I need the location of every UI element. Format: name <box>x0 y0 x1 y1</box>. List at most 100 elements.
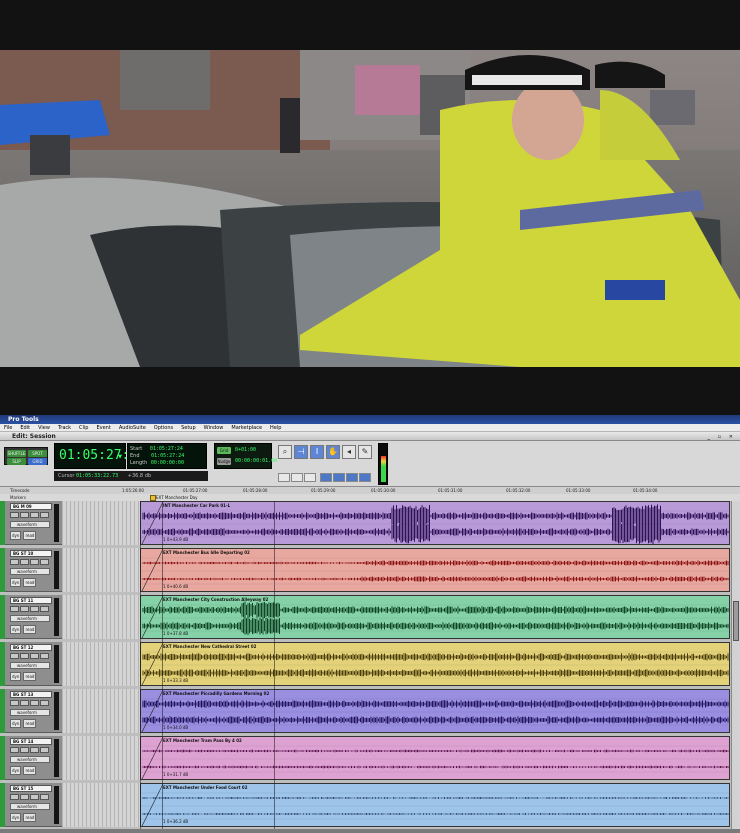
mute-button[interactable] <box>40 747 49 753</box>
dyn-button[interactable]: dyn <box>10 672 22 681</box>
empty-timeline[interactable] <box>62 548 140 592</box>
mute-button[interactable] <box>40 512 49 518</box>
track-name[interactable]: BG ST 14 <box>10 738 52 745</box>
input-button[interactable] <box>20 653 29 659</box>
grabber-tool-icon[interactable]: ✋ <box>326 445 340 459</box>
track-name[interactable]: BG ST 12 <box>10 644 52 651</box>
solo-button[interactable] <box>30 794 39 800</box>
menu-track[interactable]: Track <box>58 424 71 431</box>
track-name[interactable]: BG ST 13 <box>10 691 52 698</box>
menu-help[interactable]: Help <box>270 424 281 431</box>
empty-timeline[interactable] <box>62 595 140 639</box>
marker-ext-manchester-day[interactable]: EXT Manchester Day <box>148 494 197 501</box>
audio-clip[interactable]: EXT Manchester Tram Pass By 4 02 1 0+31.7… <box>140 736 730 780</box>
track-view-selector[interactable]: waveform <box>10 803 50 810</box>
solo-button[interactable] <box>30 653 39 659</box>
menu-clip[interactable]: Clip <box>79 424 88 431</box>
length-row[interactable]: Length 00:00:00:00 <box>130 460 184 467</box>
mode-slip-button[interactable]: SLIP <box>7 458 26 465</box>
scrubber-tool-icon[interactable]: ◂ <box>342 445 356 459</box>
dyn-button[interactable]: dyn <box>10 578 22 587</box>
counter-dropdown-icon[interactable]: ▼ <box>118 454 122 460</box>
solo-button[interactable] <box>30 606 39 612</box>
input-button[interactable] <box>20 794 29 800</box>
selector-tool-icon[interactable]: I <box>310 445 324 459</box>
menu-setup[interactable]: Setup <box>181 424 196 431</box>
mute-button[interactable] <box>40 794 49 800</box>
menu-options[interactable]: Options <box>154 424 173 431</box>
menu-marketplace[interactable]: Marketplace <box>231 424 262 431</box>
menu-edit[interactable]: Edit <box>20 424 30 431</box>
record-button[interactable] <box>10 653 19 659</box>
empty-timeline[interactable] <box>62 783 140 827</box>
empty-timeline[interactable] <box>62 736 140 780</box>
menu-window[interactable]: Window <box>204 424 224 431</box>
record-button[interactable] <box>10 794 19 800</box>
automation-mode-selector[interactable]: read <box>23 766 37 775</box>
automation-mode-selector[interactable]: read <box>23 813 37 822</box>
start-row[interactable]: Start 01:05:27:24 <box>130 446 183 453</box>
audio-clip[interactable]: EXT Manchester Under Food Court 02 1 0+36… <box>140 783 730 827</box>
audio-clip[interactable]: EXT Manchester Bus Idle Departing 02 1 0+… <box>140 548 730 592</box>
audio-clip[interactable]: EXT Manchester Piccadilly Gardens Mornin… <box>140 689 730 733</box>
automation-mode-selector[interactable]: read <box>23 531 37 540</box>
dyn-button[interactable]: dyn <box>10 813 22 822</box>
zoom-waveform-button[interactable] <box>304 473 316 482</box>
zoom-out-button[interactable] <box>278 473 290 482</box>
nudge-value[interactable]: 00:00:00:01.00 <box>235 457 277 466</box>
end-value[interactable]: 01:05:27:24 <box>151 453 184 459</box>
solo-button[interactable] <box>30 700 39 706</box>
automation-mode-selector[interactable]: read <box>23 625 37 634</box>
zoom-tool-icon[interactable]: ⌕ <box>278 445 292 459</box>
track-view-selector[interactable]: waveform <box>10 709 50 716</box>
nudge-row[interactable]: Nudge 00:00:00:01.00 <box>217 457 277 467</box>
audio-clip[interactable]: EXT Manchester City Construction Alleywa… <box>140 595 730 639</box>
record-button[interactable] <box>10 747 19 753</box>
track-name[interactable]: BG ST 11 <box>10 597 52 604</box>
automation-mode-selector[interactable]: read <box>23 578 37 587</box>
menu-file[interactable]: File <box>4 424 12 431</box>
trim-tool-icon[interactable]: ⊣ <box>294 445 308 459</box>
track-view-selector[interactable]: waveform <box>10 615 50 622</box>
automation-mode-selector[interactable]: read <box>23 672 37 681</box>
mute-button[interactable] <box>40 653 49 659</box>
mode-spot-button[interactable]: SPOT <box>28 450 47 457</box>
main-counter[interactable]: 01:05:27:24 ▼ <box>54 443 145 469</box>
pencil-tool-icon[interactable]: ✎ <box>358 445 372 459</box>
nudge-label[interactable]: Nudge <box>217 458 231 465</box>
track-name[interactable]: BG M 09 <box>10 503 52 510</box>
end-row[interactable]: End 01:05:27:24 <box>130 453 184 460</box>
zoom-preset-4-button[interactable] <box>359 473 371 482</box>
track-name[interactable]: BG ST 10 <box>10 550 52 557</box>
mute-button[interactable] <box>40 559 49 565</box>
zoom-preset-3-button[interactable] <box>346 473 358 482</box>
track-name[interactable]: BG ST 15 <box>10 785 52 792</box>
solo-button[interactable] <box>30 512 39 518</box>
track-view-selector[interactable]: waveform <box>10 568 50 575</box>
dyn-button[interactable]: dyn <box>10 531 22 540</box>
zoom-preset-1-button[interactable] <box>320 473 332 482</box>
markers-ruler[interactable]: Markers EXT Manchester Day <box>0 494 740 501</box>
automation-mode-selector[interactable]: read <box>23 719 37 728</box>
record-button[interactable] <box>10 700 19 706</box>
menu-event[interactable]: Event <box>96 424 110 431</box>
grid-label[interactable]: Grid <box>217 447 231 454</box>
mute-button[interactable] <box>40 606 49 612</box>
dyn-button[interactable]: dyn <box>10 625 22 634</box>
mode-shuffle-button[interactable]: SHUFFLE <box>7 450 26 457</box>
grid-row[interactable]: Grid 0+01:00 <box>217 446 271 456</box>
timecode-ruler[interactable]: Timecode 1:05:26:00 01:05:27:00 01:05:28:0… <box>0 487 740 494</box>
input-button[interactable] <box>20 606 29 612</box>
input-button[interactable] <box>20 512 29 518</box>
track-view-selector[interactable]: waveform <box>10 756 50 763</box>
mode-grid-button[interactable]: GRID <box>28 458 47 465</box>
input-button[interactable] <box>20 700 29 706</box>
record-button[interactable] <box>10 559 19 565</box>
grid-value[interactable]: 0+01:00 <box>235 446 256 455</box>
empty-timeline[interactable] <box>62 642 140 686</box>
zoom-in-button[interactable] <box>291 473 303 482</box>
input-button[interactable] <box>20 559 29 565</box>
dyn-button[interactable]: dyn <box>10 719 22 728</box>
track-view-selector[interactable]: waveform <box>10 521 50 528</box>
solo-button[interactable] <box>30 747 39 753</box>
